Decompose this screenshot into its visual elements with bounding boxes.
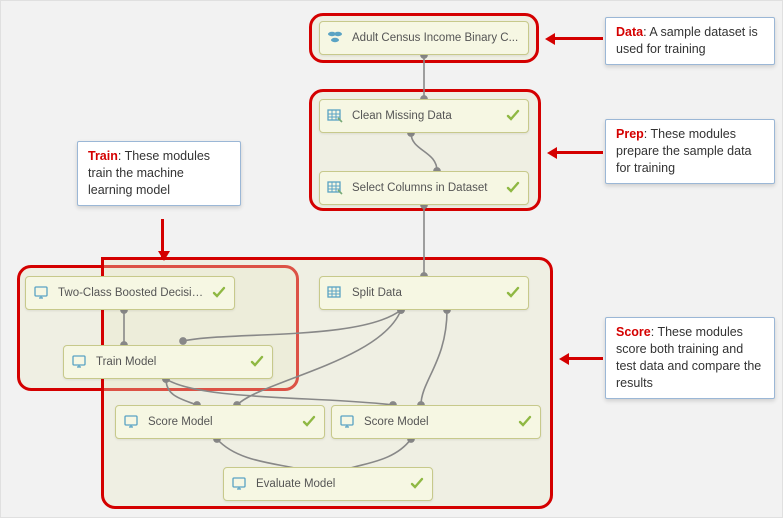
check-icon [302,415,316,429]
callout-title: Score [616,325,651,339]
module-dataset[interactable]: Adult Census Income Binary C... [319,21,529,55]
module-label: Clean Missing Data [352,110,500,122]
grid-icon [326,107,344,125]
experiment-icon [32,284,50,302]
check-icon [250,355,264,369]
module-clean-missing-data[interactable]: Clean Missing Data [319,99,529,133]
arrow-to-train [161,219,164,257]
module-label: Two-Class Boosted Decision T... [58,287,206,299]
callout-score: Score: These modules score both training… [605,317,775,399]
module-label: Split Data [352,287,500,299]
callout-title: Data [616,25,643,39]
dataset-icon [326,29,344,47]
arrow-to-score [563,357,603,360]
callout-title: Train [88,149,118,163]
module-score-model-2[interactable]: Score Model [331,405,541,439]
module-label: Evaluate Model [256,478,404,490]
check-icon [518,415,532,429]
module-label: Score Model [364,416,512,428]
check-icon [212,286,226,300]
module-split-data[interactable]: Split Data [319,276,529,310]
check-icon [506,109,520,123]
module-label: Score Model [148,416,296,428]
check-icon [506,286,520,300]
module-label: Select Columns in Dataset [352,182,500,194]
module-score-model-1[interactable]: Score Model [115,405,325,439]
experiment-icon [230,475,248,493]
callout-title: Prep [616,127,644,141]
arrow-to-prep [551,151,603,154]
experiment-icon [70,353,88,371]
experiment-canvas[interactable]: Adult Census Income Binary C... Clean Mi… [0,0,783,518]
experiment-icon [338,413,356,431]
grid-icon [326,179,344,197]
module-two-class-boosted[interactable]: Two-Class Boosted Decision T... [25,276,235,310]
module-train-model[interactable]: Train Model [63,345,273,379]
grid-icon [326,284,344,302]
callout-train: Train: These modules train the machine l… [77,141,241,206]
arrow-to-data [549,37,603,40]
experiment-icon [122,413,140,431]
module-select-columns[interactable]: Select Columns in Dataset [319,171,529,205]
check-icon [410,477,424,491]
callout-data: Data: A sample dataset is used for train… [605,17,775,65]
module-evaluate-model[interactable]: Evaluate Model [223,467,433,501]
module-label: Train Model [96,356,244,368]
callout-prep: Prep: These modules prepare the sample d… [605,119,775,184]
module-label: Adult Census Income Binary C... [352,32,520,44]
check-icon [506,181,520,195]
